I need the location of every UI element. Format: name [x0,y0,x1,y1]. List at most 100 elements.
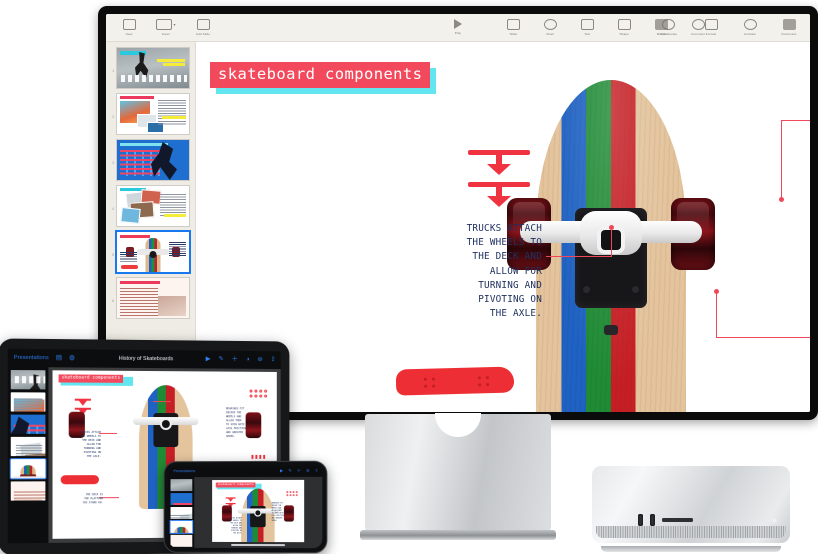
slide-navigator-row[interactable]: 6 [109,277,191,319]
toolbar-format-label: Format [705,31,717,36]
thumbnail-art-skate-parks [117,48,189,88]
slide-navigator-row[interactable]: 3 [109,139,191,181]
ipad-thumbnail-2[interactable] [10,392,46,412]
slide-navigator-row[interactable]: 5 [109,230,191,274]
ipad-leader-line-trucks [98,432,118,434]
toolbar-center-group: Play [445,19,471,36]
toolbar-zoom-button[interactable]: ▾ Zoom [153,18,179,37]
ipad-thumbnail-5-selected[interactable] [9,458,47,480]
play-icon [454,19,462,29]
page-title[interactable]: skateboard components [210,62,431,88]
leader-dot-trucks [609,225,614,230]
toolbar-document-button[interactable]: Document [776,18,802,37]
share-icon[interactable]: ⇪ [315,467,319,472]
iphone-slide[interactable]: skateboard components TRUCKS ATTACH THE … [212,479,305,543]
callout-trucks[interactable]: TRUCKS ATTACH THE WHEELS TO THE DECK AND… [402,222,542,321]
stand-body [365,413,551,532]
toolbar-table-button[interactable]: Table [500,18,526,37]
mac-studio [592,466,790,552]
slide-title-group[interactable]: skateboard components [210,62,437,94]
ipad-thumbnail-4[interactable] [10,436,46,457]
toolbar-document-label: Document [781,31,797,36]
ipad-document-title[interactable]: History of Skateboards [119,356,173,362]
toolbar-collaborate-label: Collaborate [660,31,678,36]
add-icon[interactable]: ＋ [297,467,301,472]
toolbar-table-label: Table [509,31,518,36]
thunderbolt-port-1 [638,514,643,526]
toolbar-collaborate-button[interactable]: Collaborate [652,18,686,37]
slide-thumbnail-4[interactable] [116,185,190,227]
iphone-thumbnail-5[interactable] [170,534,193,547]
iphone-kingpin-nut [255,510,261,516]
slide-thumbnail-5-selected[interactable] [115,230,191,274]
iphone-toolbar: Presentations ▶ ✎ ＋ ⊜ ⇪ [168,465,323,478]
ipad-leader-line-bearings [152,401,171,402]
media-icon[interactable]: ◑ [246,356,250,363]
toolbar-play-button[interactable]: Play [445,19,471,36]
toolbar-chart-button[interactable]: Chart [537,18,563,37]
keynote-toolbar: View ▾ Zoom Add Slide Play Table Chart T… [106,14,810,42]
stand-foot [360,530,556,540]
toolbar-shape-button[interactable]: Shape [611,18,637,37]
slide-thumbnail-3[interactable] [116,139,190,181]
slide-navigator-row[interactable]: 1 [109,47,191,89]
iphone-thumbnail-1[interactable] [170,479,193,492]
slide-thumbnail-2[interactable] [116,93,190,135]
ipad-toolbar-right: ▶ ✎ ＋ ◑ ⊜ ⇪ [206,355,276,363]
share-icon[interactable]: ⇪ [271,356,276,363]
ipad-back-button[interactable]: Presentations [14,355,49,361]
iphone-slide-title: skateboard components [215,482,256,488]
scene-root: View ▾ Zoom Add Slide Play Table Chart T… [0,0,818,554]
display-stand [360,413,556,540]
pen-icon[interactable]: ✎ [218,355,223,362]
more-icon[interactable]: ⊜ [306,467,310,472]
leader-line-bearings-vertical [781,120,783,200]
toolbar-zoom-label: Zoom [161,31,171,36]
slide-number: 6 [112,299,114,303]
ipad-slide-navigator[interactable] [7,366,49,544]
ipad-toolbar: Presentations ▤ ◍ History of Skateboards… [7,348,281,370]
animate-icon [743,18,757,30]
shape-icon [617,18,631,30]
slide-thumbnail-6[interactable] [116,277,190,319]
play-icon[interactable]: ▶ [206,355,211,363]
thumbnail-art-text-and-photo [117,278,189,318]
view-options-icon[interactable]: ◍ [69,354,75,362]
toolbar-text-label: Text [584,31,591,36]
slide-thumbnail-1[interactable] [116,47,190,89]
toolbar-chart-label: Chart [546,31,555,36]
iphone-slide-navigator[interactable] [168,477,195,548]
toolbar-add-slide-button[interactable]: Add Slide [190,18,216,37]
slide-number: 1 [112,69,114,73]
leader-line-screws [716,337,810,339]
slide-number: 5 [112,253,114,257]
toolbar-shape-label: Shape [619,31,629,36]
leader-line-trucks [546,256,612,258]
iphone-thumbnail-3[interactable] [170,507,193,519]
more-icon[interactable]: ⊜ [257,356,262,363]
mac-studio-vents [596,526,786,538]
toolbar-text-button[interactable]: Text [574,18,600,37]
ipad-thumbnail-3[interactable] [10,414,46,434]
toolbar-view-button[interactable]: View [116,18,142,37]
iphone-thumbnail-2[interactable] [170,493,193,506]
thumbnail-art-photo-collage [117,94,189,134]
toolbar-animate-button[interactable]: Animate [737,18,763,37]
table-icon [506,18,520,30]
leader-line-trucks-vertical [611,228,613,257]
iphone-thumbnail-4-selected[interactable] [170,520,193,534]
navigator-icon[interactable]: ▤ [56,354,62,362]
iphone-canvas[interactable]: skateboard components TRUCKS ATTACH THE … [194,476,323,549]
pen-icon[interactable]: ✎ [288,467,292,472]
add-icon[interactable]: ＋ [232,356,238,363]
toolbar-format-button[interactable]: Format [698,18,724,37]
toolbar-play-label: Play [454,31,462,35]
iphone-back-button[interactable]: Presentations [173,469,195,473]
slide-navigator-row[interactable]: 4 [109,185,191,227]
toolbar-view-label: View [125,31,133,36]
slide-navigator-row[interactable]: 2 [109,93,191,135]
ipad-toolbar-left: Presentations ▤ ◍ [14,354,75,362]
ipad-thumbnail-1[interactable] [10,370,46,390]
play-icon[interactable]: ▶ [280,467,283,472]
ipad-thumbnail-6[interactable] [10,481,46,501]
